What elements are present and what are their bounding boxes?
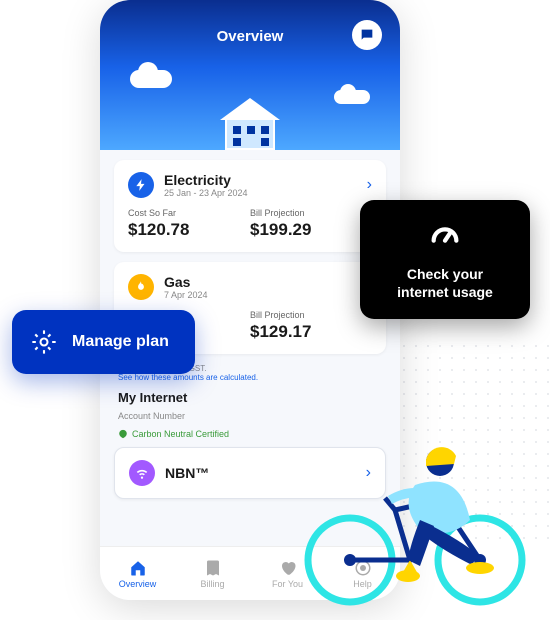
projection-label: Bill Projection xyxy=(250,208,372,218)
projection-label: Bill Projection xyxy=(250,310,372,320)
page-title: Overview xyxy=(217,28,284,45)
cloud-decoration xyxy=(334,90,370,104)
wifi-icon xyxy=(129,460,155,486)
cost-value: $120.78 xyxy=(128,220,250,240)
projection-value: $199.29 xyxy=(250,220,372,240)
billing-icon xyxy=(204,559,222,577)
electricity-icon xyxy=(128,172,154,198)
home-icon xyxy=(129,559,147,577)
cost-label: Cost So Far xyxy=(128,208,250,218)
leaf-icon xyxy=(118,429,128,439)
chat-icon xyxy=(359,27,375,43)
chat-button[interactable] xyxy=(352,20,382,50)
cyclist-illustration xyxy=(280,390,540,610)
service-title: Gas xyxy=(164,274,208,290)
manage-plan-label: Manage plan xyxy=(72,333,169,351)
cloud-decoration xyxy=(130,70,172,88)
nbn-label: NBN™ xyxy=(165,465,209,481)
gas-icon xyxy=(128,274,154,300)
tab-overview[interactable]: Overview xyxy=(100,547,175,600)
tab-billing[interactable]: Billing xyxy=(175,547,250,600)
projection-value: $129.17 xyxy=(250,322,372,342)
manage-plan-callout[interactable]: Manage plan xyxy=(12,310,195,374)
internet-usage-callout[interactable]: Check your internet usage xyxy=(360,200,530,319)
house-illustration xyxy=(215,100,285,150)
gear-icon xyxy=(30,328,58,356)
disclaimer-link[interactable]: See how these amounts are calculated. xyxy=(118,373,382,382)
electricity-card[interactable]: Electricity 25 Jan - 23 Apr 2024 › Cost … xyxy=(114,160,386,252)
service-title: Electricity xyxy=(164,172,248,188)
service-period: 7 Apr 2024 xyxy=(164,290,208,300)
hero-banner: Overview xyxy=(100,0,400,150)
service-period: 25 Jan - 23 Apr 2024 xyxy=(164,188,248,198)
gauge-icon xyxy=(428,218,462,252)
chevron-right-icon: › xyxy=(367,176,372,194)
internet-usage-label: Check your internet usage xyxy=(386,265,504,301)
